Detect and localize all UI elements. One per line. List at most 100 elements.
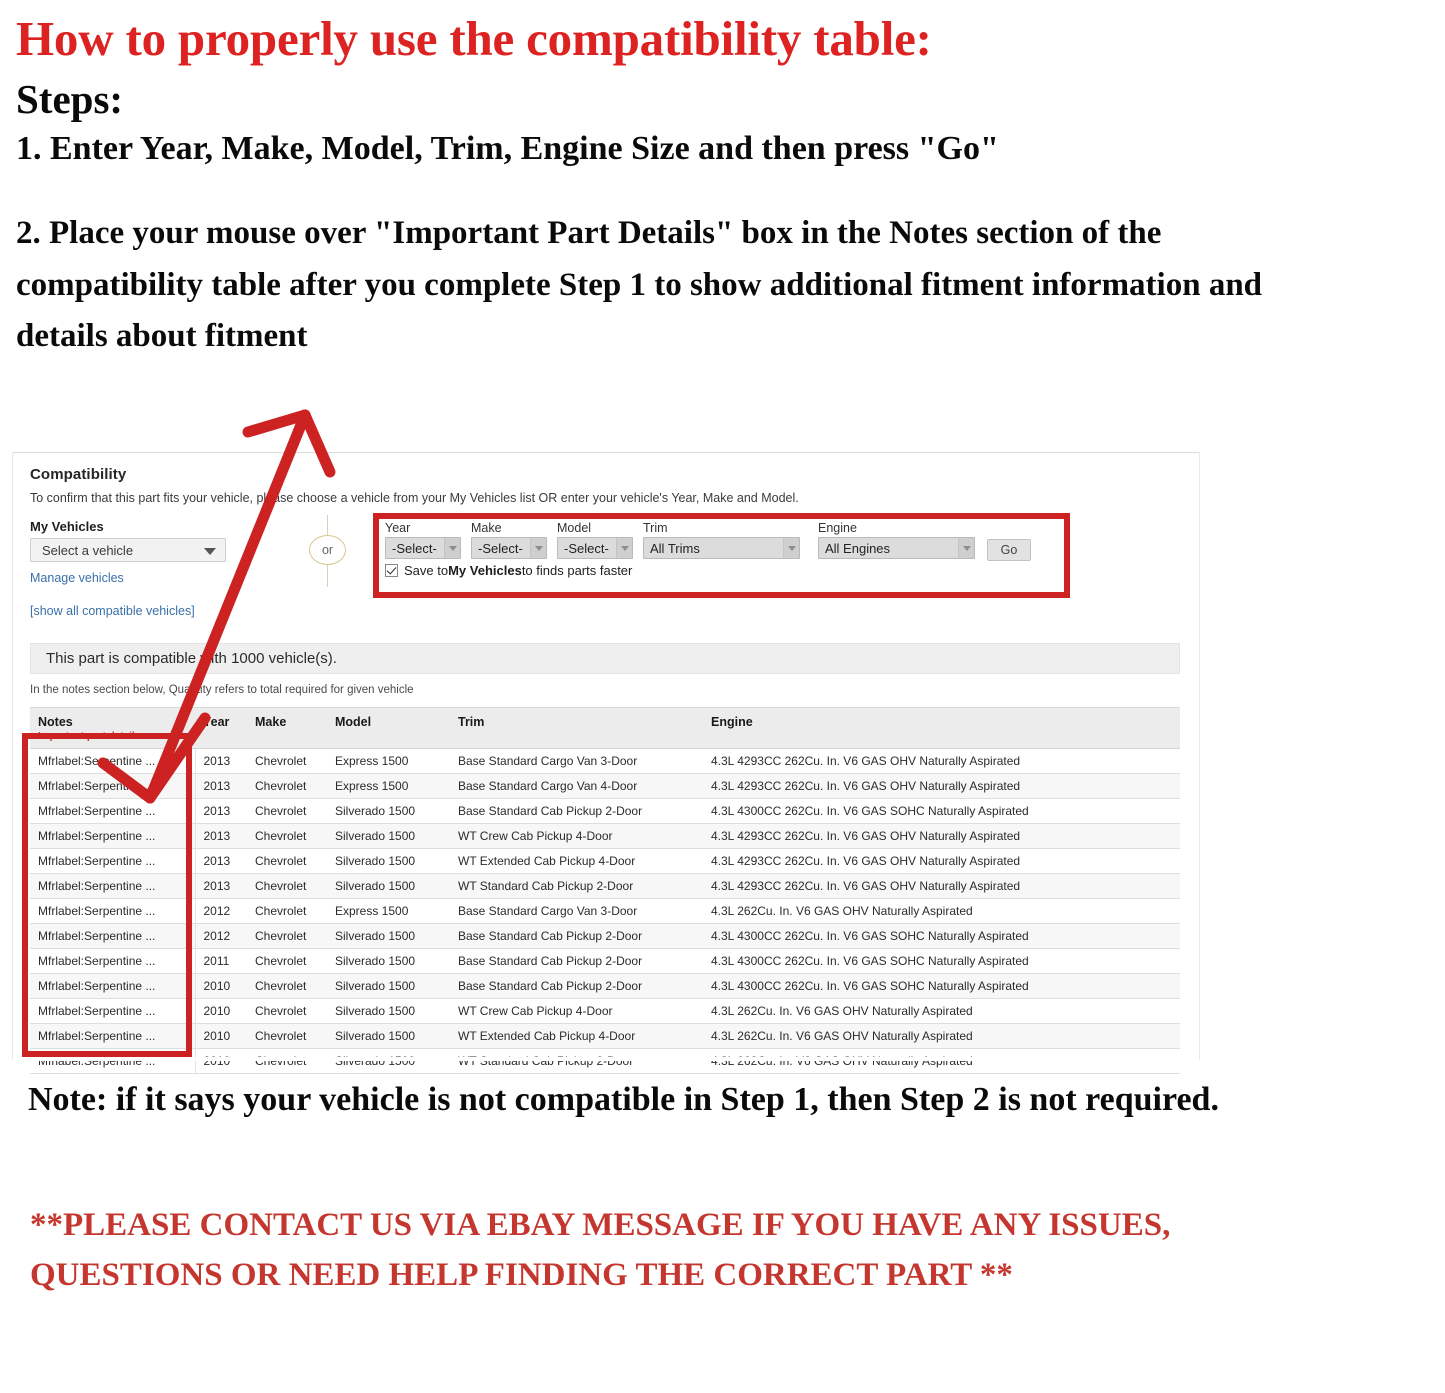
step-1-text: 1. Enter Year, Make, Model, Trim, Engine… <box>16 130 999 168</box>
cell-notes: Mfrlabel:Serpentine ... <box>30 1023 196 1049</box>
cell-engine: 4.3L 262Cu. In. V6 GAS OHV Naturally Asp… <box>703 1023 1180 1049</box>
cell-engine: 4.3L 4293CC 262Cu. In. V6 GAS OHV Natura… <box>703 873 1180 899</box>
instructions-block: How to properly use the compatibility ta… <box>16 11 1416 363</box>
year-select-value: -Select- <box>392 540 437 556</box>
cell-make: Chevrolet <box>247 848 327 874</box>
cell-model: Silverado 1500 <box>327 1048 450 1074</box>
vehicle-finder-form: Year -Select- Make -Select- Model -Selec… <box>385 521 1065 591</box>
steps-heading: Steps: <box>16 75 124 122</box>
table-row[interactable]: Mfrlabel:Serpentine ... 2012 Chevrolet Expr… <box>30 898 1180 924</box>
make-select[interactable]: -Select- <box>471 537 547 559</box>
cell-engine: 4.3L 4300CC 262Cu. In. V6 GAS SOHC Natur… <box>703 923 1180 949</box>
model-select[interactable]: -Select- <box>557 537 633 559</box>
cell-make: Chevrolet <box>247 873 327 899</box>
cell-engine: 4.3L 262Cu. In. V6 GAS OHV Naturally Asp… <box>703 898 1180 924</box>
my-vehicles-select[interactable]: Select a vehicle <box>30 538 226 562</box>
compatible-count-text: This part is compatible with 1000 vehicl… <box>46 650 337 667</box>
make-field: Make -Select- <box>471 521 547 559</box>
manage-vehicles-link[interactable]: Manage vehicles <box>30 571 124 585</box>
cell-trim: WT Standard Cab Pickup 2-Door <box>450 873 703 899</box>
engine-select-value: All Engines <box>825 540 891 556</box>
cell-notes: Mfrlabel:Serpentine ... <box>30 973 196 999</box>
cell-notes: Mfrlabel:Serpentine ... <box>30 798 196 824</box>
chevron-down-icon <box>616 538 632 558</box>
compatibility-table-body: Mfrlabel:Serpentine ... 2013 Chevrolet Expr… <box>30 748 1180 1074</box>
cell-model: Express 1500 <box>327 748 450 774</box>
make-label: Make <box>471 521 502 535</box>
table-row[interactable]: Mfrlabel:Serpentine ... 2013 Chevrolet Expr… <box>30 748 1180 774</box>
cell-notes: Mfrlabel:Serpentine ... <box>30 873 196 899</box>
model-label: Model <box>557 521 592 535</box>
cell-trim: WT Crew Cab Pickup 4-Door <box>450 823 703 849</box>
cell-engine: 4.3L 4293CC 262Cu. In. V6 GAS OHV Natura… <box>703 823 1180 849</box>
cell-trim: Base Standard Cab Pickup 2-Door <box>450 973 703 999</box>
save-to-my-vehicles-checkbox[interactable] <box>385 564 398 577</box>
table-row[interactable]: Mfrlabel:Serpentine ... 2013 Chevrolet Silv… <box>30 848 1180 874</box>
compatibility-subtitle: To confirm that this part fits your vehi… <box>30 491 799 505</box>
cell-year: 2010 <box>195 1048 247 1074</box>
save-suffix-text: to finds parts faster <box>521 563 633 578</box>
chevron-down-icon <box>444 538 460 558</box>
cell-trim: Base Standard Cargo Van 3-Door <box>450 898 703 924</box>
column-header-model[interactable]: Model <box>327 707 450 749</box>
column-header-engine[interactable]: Engine <box>703 707 1180 749</box>
cell-model: Silverado 1500 <box>327 948 450 974</box>
page-title: How to properly use the compatibility ta… <box>16 11 932 66</box>
cell-year: 2011 <box>195 948 247 974</box>
column-header-year[interactable]: Year <box>195 707 247 749</box>
cell-model: Silverado 1500 <box>327 923 450 949</box>
table-row[interactable]: Mfrlabel:Serpentine ... 2013 Chevrolet Silv… <box>30 798 1180 824</box>
cell-model: Silverado 1500 <box>327 873 450 899</box>
cell-engine: 4.3L 262Cu. In. V6 GAS OHV Naturally Asp… <box>703 998 1180 1024</box>
contact-text: **PLEASE CONTACT US VIA EBAY MESSAGE IF … <box>30 1207 1171 1294</box>
table-row[interactable]: Mfrlabel:Serpentine ... 2010 Chevrolet Silv… <box>30 998 1180 1024</box>
save-to-my-vehicles-row[interactable]: Save to My Vehicles to finds parts faste… <box>385 563 632 578</box>
chevron-down-icon <box>958 538 974 558</box>
compatibility-heading: Compatibility <box>30 466 127 483</box>
cell-model: Silverado 1500 <box>327 1023 450 1049</box>
table-row[interactable]: Mfrlabel:Serpentine ... 2010 Chevrolet Silv… <box>30 1023 1180 1049</box>
trim-select[interactable]: All Trims <box>643 537 800 559</box>
table-row[interactable]: Mfrlabel:Serpentine ... 2012 Chevrolet Silv… <box>30 923 1180 949</box>
compatible-count-bar: This part is compatible with 1000 vehicl… <box>30 643 1180 674</box>
table-row[interactable]: Mfrlabel:Serpentine ... 2013 Chevrolet Silv… <box>30 823 1180 849</box>
cell-model: Express 1500 <box>327 773 450 799</box>
table-row[interactable]: Mfrlabel:Serpentine ... 2010 Chevrolet Silv… <box>30 973 1180 999</box>
cell-make: Chevrolet <box>247 773 327 799</box>
cell-make: Chevrolet <box>247 973 327 999</box>
column-header-trim[interactable]: Trim <box>450 707 703 749</box>
make-select-value: -Select- <box>478 540 523 556</box>
show-all-compatible-vehicles-link[interactable]: [show all compatible vehicles] <box>30 604 195 618</box>
table-row[interactable]: Mfrlabel:Serpentine ... 2013 Chevrolet Expr… <box>30 773 1180 799</box>
cell-year: 2013 <box>195 773 247 799</box>
trim-label: Trim <box>643 521 668 535</box>
cell-trim: WT Standard Cab Pickup 2-Door <box>450 1048 703 1074</box>
engine-select[interactable]: All Engines <box>818 537 975 559</box>
cell-make: Chevrolet <box>247 1048 327 1074</box>
cell-model: Silverado 1500 <box>327 798 450 824</box>
cell-year: 2012 <box>195 923 247 949</box>
cell-notes: Mfrlabel:Serpentine ... <box>30 923 196 949</box>
note-text: Note: if it says your vehicle is not com… <box>28 1081 1219 1118</box>
cell-make: Chevrolet <box>247 1023 327 1049</box>
table-row[interactable]: Mfrlabel:Serpentine ... 2013 Chevrolet Silv… <box>30 873 1180 899</box>
save-prefix-text: Save to <box>404 563 449 578</box>
table-row[interactable]: Mfrlabel:Serpentine ... 2010 Chevrolet Silv… <box>30 1048 1180 1074</box>
year-select[interactable]: -Select- <box>385 537 461 559</box>
cell-make: Chevrolet <box>247 898 327 924</box>
chevron-down-icon <box>783 538 799 558</box>
or-divider-label: or <box>309 535 346 565</box>
cell-engine: 4.3L 4300CC 262Cu. In. V6 GAS SOHC Natur… <box>703 948 1180 974</box>
cell-model: Express 1500 <box>327 898 450 924</box>
go-button[interactable]: Go <box>987 539 1031 561</box>
model-field: Model -Select- <box>557 521 633 559</box>
column-header-make[interactable]: Make <box>247 707 327 749</box>
cell-trim: WT Extended Cab Pickup 4-Door <box>450 1023 703 1049</box>
cell-notes: Mfrlabel:Serpentine ... <box>30 773 196 799</box>
cell-year: 2010 <box>195 998 247 1024</box>
column-header-notes[interactable]: Notes Important part details <box>30 707 195 749</box>
table-row[interactable]: Mfrlabel:Serpentine ... 2011 Chevrolet Silv… <box>30 948 1180 974</box>
cell-model: Silverado 1500 <box>327 973 450 999</box>
model-select-value: -Select- <box>564 540 609 556</box>
chevron-down-icon <box>530 538 546 558</box>
